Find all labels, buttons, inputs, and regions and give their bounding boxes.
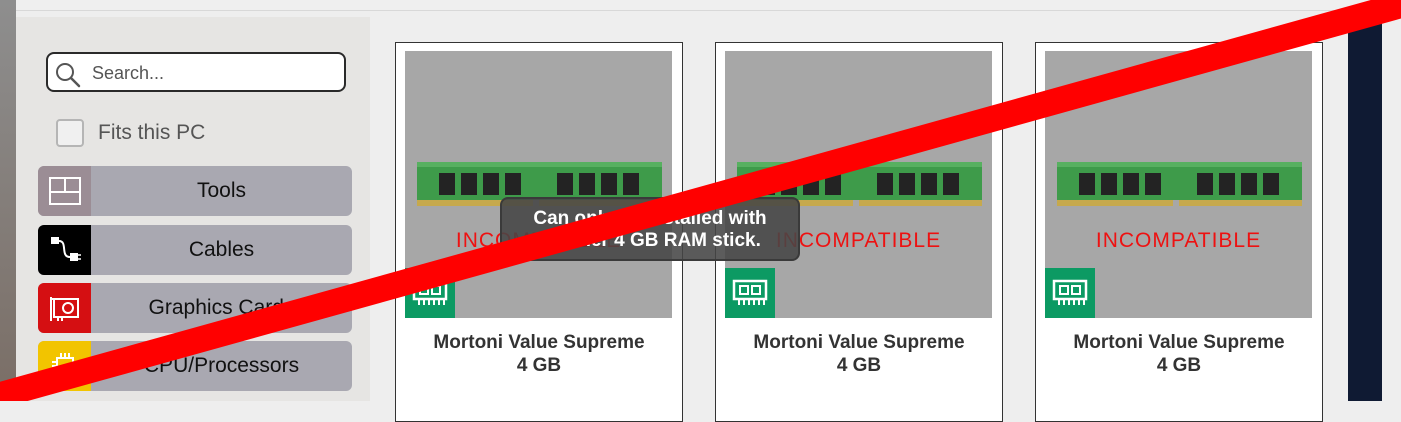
product-capacity: 4 GB (1156, 355, 1202, 376)
incompatible-label: INCOMPATIBLE (1095, 229, 1262, 252)
category-cpu-processors[interactable]: CPU/Processors (38, 341, 352, 391)
ram-stick-image (1057, 162, 1302, 208)
product-card[interactable]: INCOMPATIBLE Mortoni Value Supreme 4 GB (1035, 42, 1323, 422)
tooltip-line: another 4 GB RAM stick. (539, 230, 761, 251)
product-name-block: Mortoni Value Supreme 4 GB (396, 331, 682, 377)
category-label: Graphics Cards (148, 296, 295, 319)
cpu-chip-icon (38, 341, 91, 391)
product-name-block: Mortoni Value Supreme 4 GB (1036, 331, 1322, 377)
category-label: Cables (188, 238, 255, 261)
tools-grid-icon (38, 166, 91, 216)
shop-sidebar: Fits this PC Tools Cables Graphics Cards… (16, 17, 370, 401)
tooltip-line: Can only be installed with (533, 208, 767, 229)
search-input[interactable] (90, 60, 334, 86)
ram-module-icon (1045, 268, 1095, 318)
compatibility-tooltip: Can only be installed with another 4 GB … (500, 197, 800, 261)
search-icon (56, 63, 81, 88)
fits-this-pc-filter[interactable]: Fits this PC (56, 117, 205, 149)
ram-module-icon (725, 268, 775, 318)
category-tools[interactable]: Tools (38, 166, 352, 216)
product-image: INCOMPATIBLE (1045, 51, 1312, 318)
product-name-block: Mortoni Value Supreme 4 GB (716, 331, 1002, 377)
product-name: Mortoni Value Supreme (1073, 332, 1285, 353)
product-capacity: 4 GB (836, 355, 882, 376)
product-capacity: 4 GB (516, 355, 562, 376)
product-name: Mortoni Value Supreme (433, 332, 645, 353)
category-label: CPU/Processors (143, 354, 300, 377)
category-label: Tools (196, 179, 247, 202)
top-bar (0, 0, 1401, 11)
window-edge (0, 0, 16, 401)
product-image: INCOMPATIBLE (725, 51, 992, 318)
graphics-card-icon (38, 283, 91, 333)
cable-icon (38, 225, 91, 275)
category-cables[interactable]: Cables (38, 225, 352, 275)
fits-this-pc-checkbox[interactable] (56, 119, 84, 147)
search-box[interactable] (46, 52, 346, 92)
scrollbar[interactable] (1348, 17, 1382, 401)
fits-this-pc-label: Fits this PC (98, 121, 206, 144)
product-image: INCOMPATIBLE (405, 51, 672, 318)
ram-module-icon (405, 268, 455, 318)
product-name: Mortoni Value Supreme (753, 332, 965, 353)
category-graphics-cards[interactable]: Graphics Cards (38, 283, 352, 333)
